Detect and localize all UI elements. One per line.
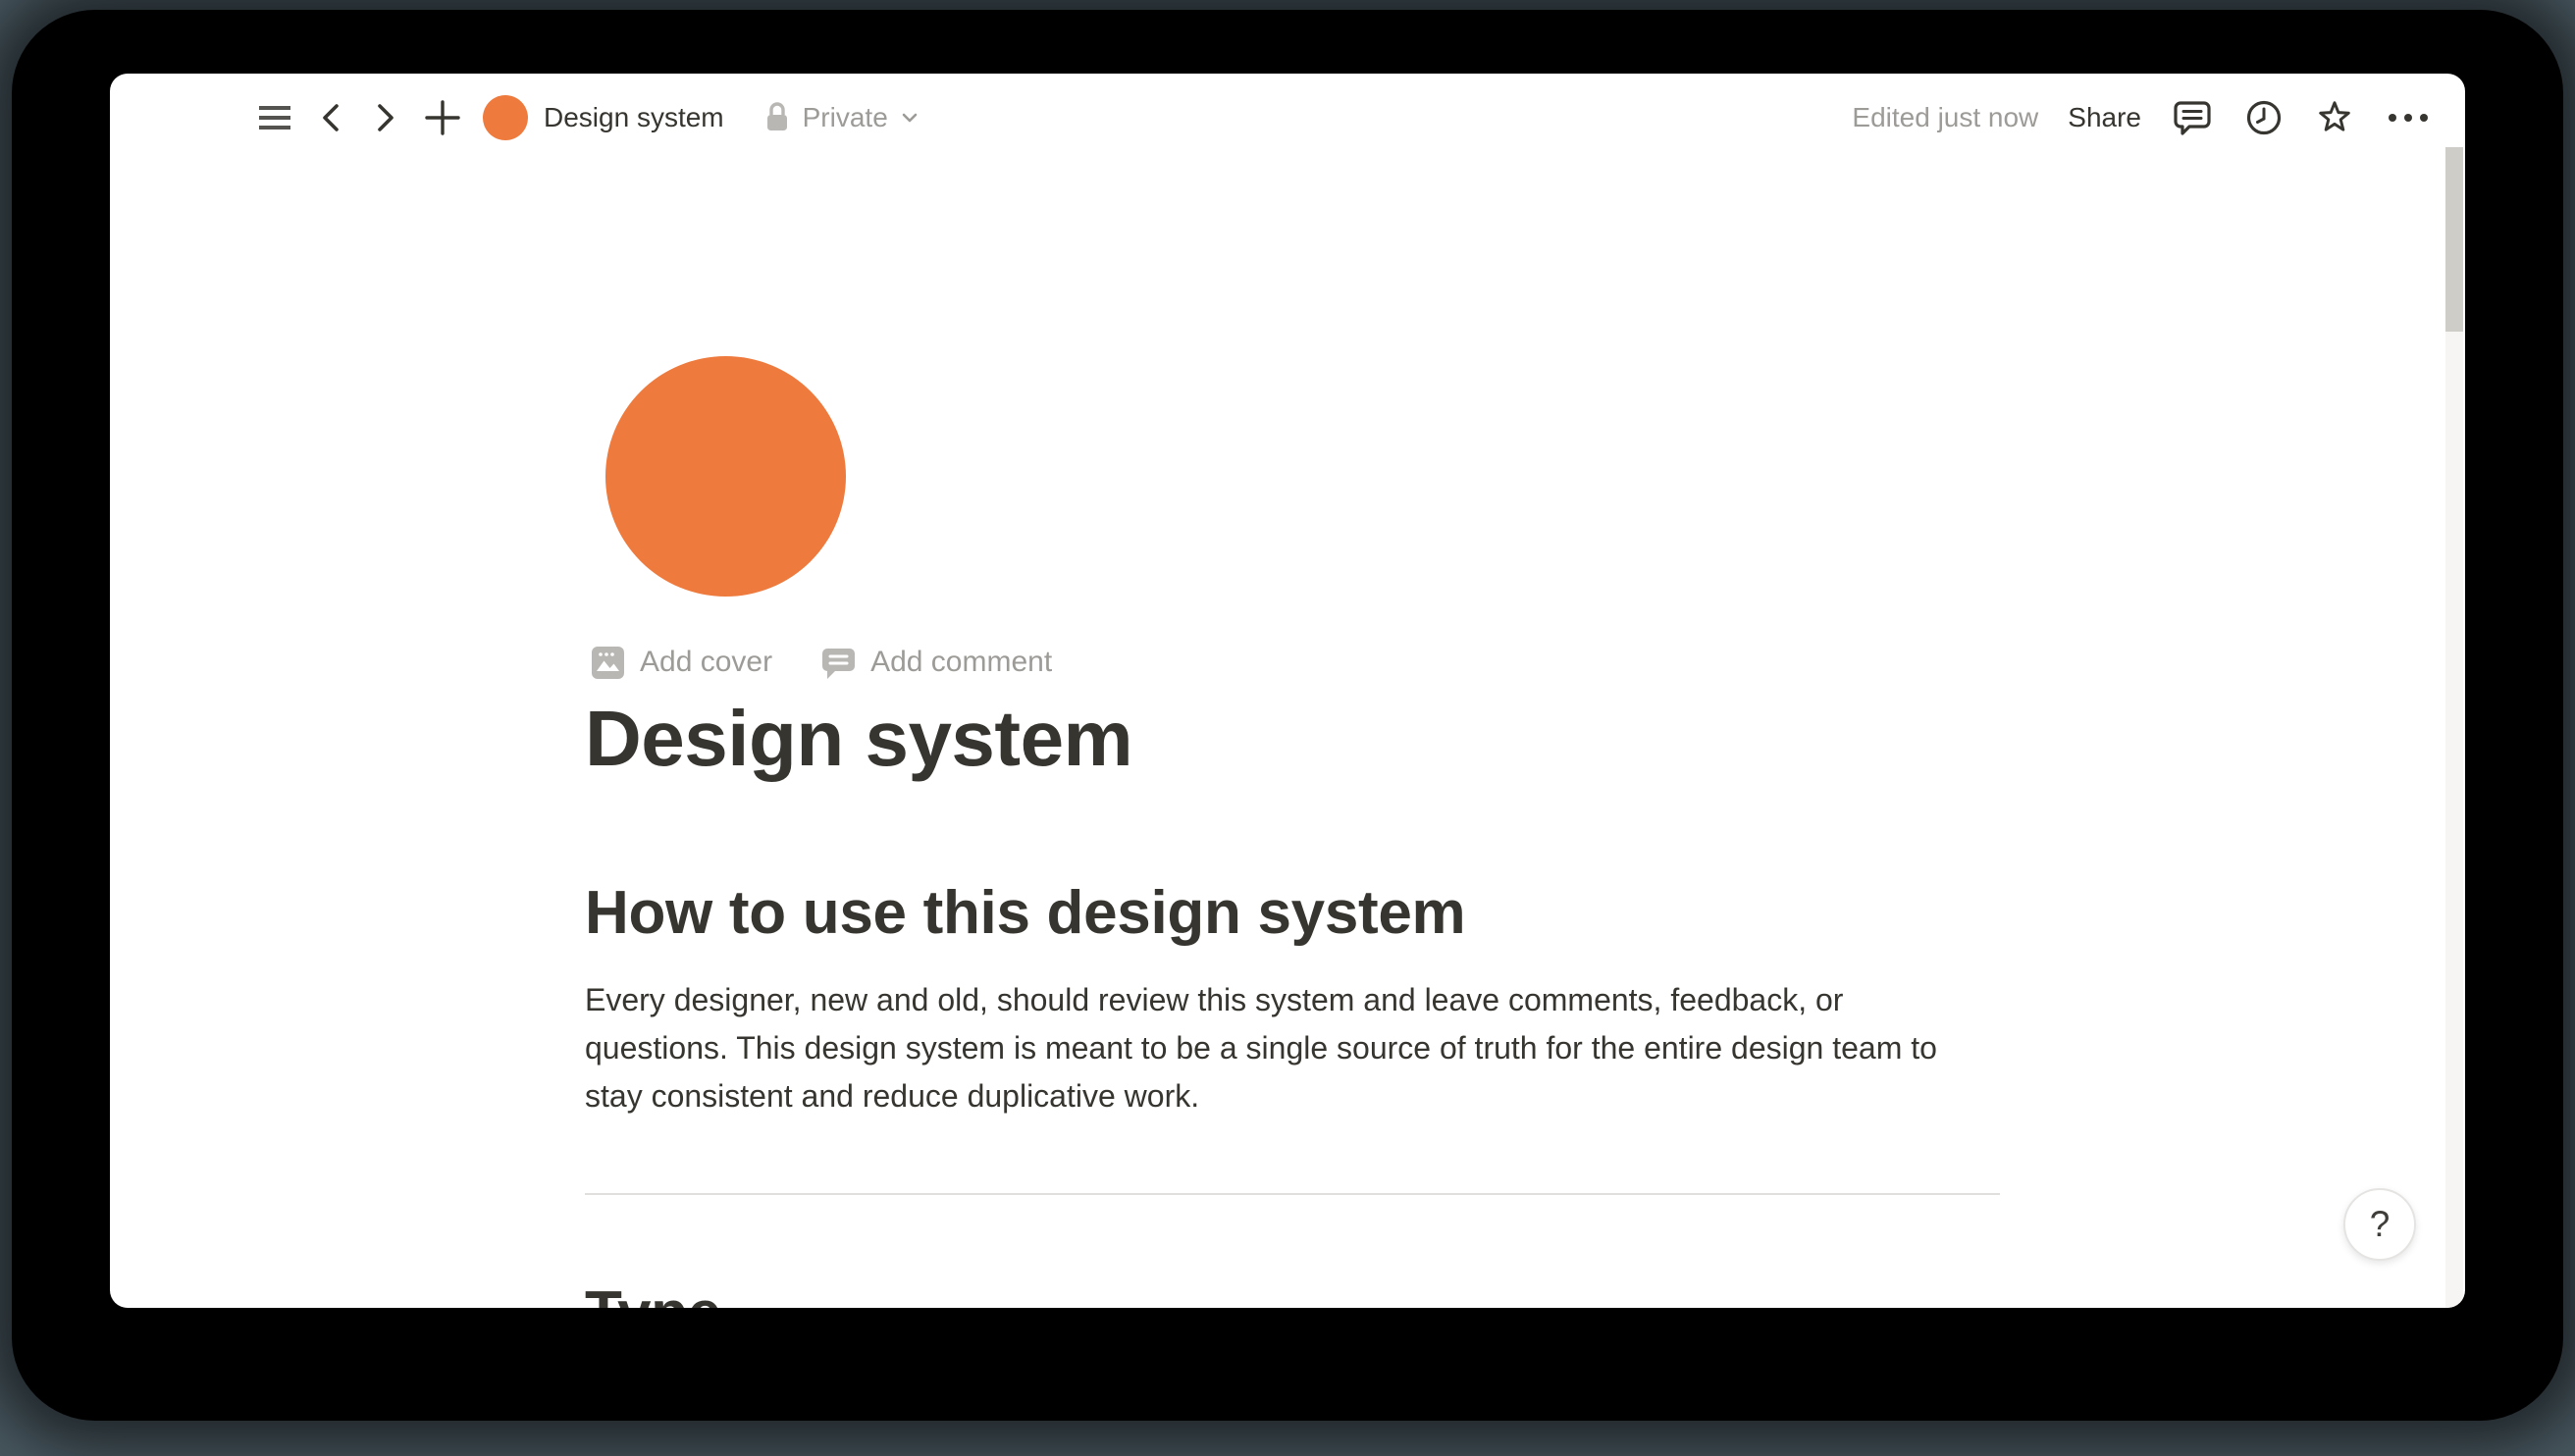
hamburger-icon — [257, 100, 292, 135]
section-heading-type[interactable]: Type — [585, 1274, 2057, 1308]
lock-icon — [763, 101, 791, 134]
add-cover-button[interactable]: Add cover — [591, 646, 772, 680]
content-divider — [585, 1193, 2000, 1195]
nav-back-button[interactable] — [314, 98, 347, 137]
scrollbar-thumb[interactable] — [2445, 147, 2463, 332]
add-comment-button[interactable]: Add comment — [821, 646, 1052, 680]
privacy-dropdown[interactable]: Private — [763, 101, 920, 134]
share-button[interactable]: Share — [2068, 102, 2141, 133]
nav-forward-button[interactable] — [369, 98, 402, 137]
plus-icon — [424, 99, 461, 136]
question-mark-icon: ? — [2370, 1204, 2391, 1245]
image-icon — [591, 646, 625, 680]
chevron-right-icon — [369, 98, 402, 137]
help-button[interactable]: ? — [2343, 1188, 2416, 1261]
page-title[interactable]: Design system — [585, 692, 2057, 786]
star-icon — [2314, 97, 2355, 138]
page-icon-dot — [483, 95, 528, 140]
chevron-down-icon — [900, 108, 920, 128]
sidebar-toggle-button[interactable] — [257, 100, 292, 135]
comment-icon — [2171, 96, 2214, 139]
add-comment-label: Add comment — [870, 646, 1052, 679]
page-icon[interactable] — [605, 356, 846, 597]
breadcrumb[interactable]: Design system — [483, 95, 724, 140]
toolbar-right-group: Edited just now Share — [1852, 74, 2432, 162]
chevron-left-icon — [314, 98, 347, 137]
ellipsis-icon — [2385, 110, 2432, 126]
privacy-label: Private — [803, 102, 888, 133]
intro-paragraph[interactable]: Every designer, new and old, should revi… — [585, 976, 1990, 1120]
breadcrumb-title: Design system — [544, 102, 724, 133]
clock-icon — [2243, 97, 2285, 138]
scrollbar[interactable] — [2445, 147, 2463, 1308]
notion-window: Design system Private Edited just now Sh… — [110, 74, 2465, 1308]
edited-status: Edited just now — [1852, 102, 2038, 133]
page-actions: Add cover Add comment — [591, 641, 1052, 684]
more-button[interactable] — [2385, 110, 2432, 126]
toolbar-left-group: Design system Private — [257, 74, 920, 162]
favorite-button[interactable] — [2314, 97, 2355, 138]
add-cover-label: Add cover — [640, 646, 772, 679]
new-page-button[interactable] — [424, 99, 461, 136]
history-button[interactable] — [2243, 97, 2285, 138]
toolbar: Design system Private Edited just now Sh… — [110, 74, 2465, 162]
section-heading-how-to-use[interactable]: How to use this design system — [585, 874, 2057, 953]
comment-bubble-icon — [821, 646, 856, 680]
comments-button[interactable] — [2171, 96, 2214, 139]
